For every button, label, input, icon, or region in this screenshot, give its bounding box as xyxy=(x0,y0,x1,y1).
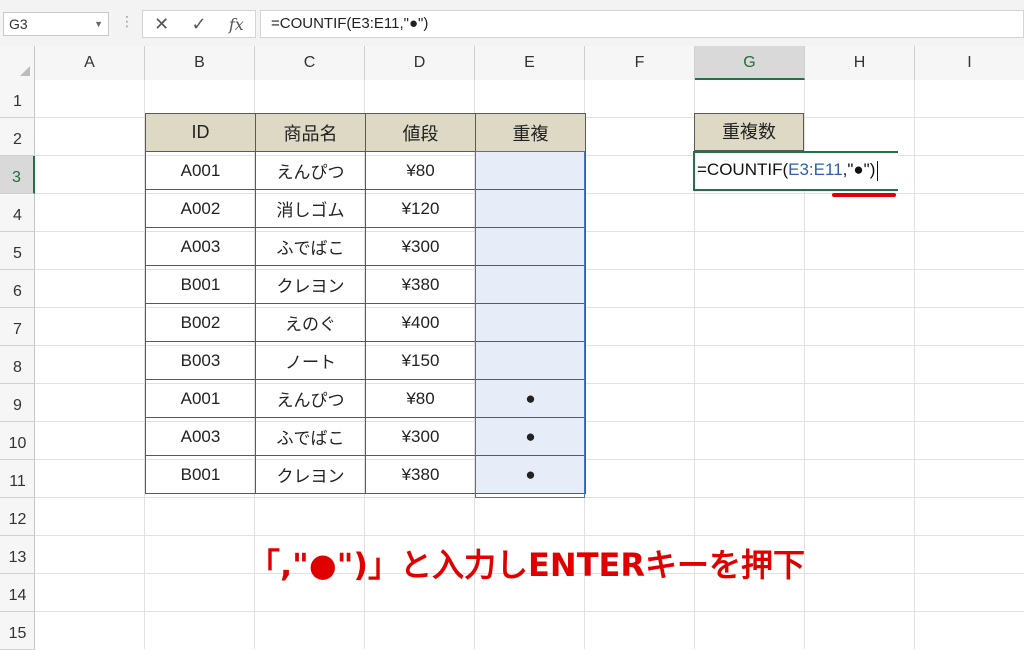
table-row: B001 クレヨン ¥380 ● xyxy=(145,455,586,494)
table-row: B003 ノート ¥150 xyxy=(145,341,586,380)
cell-duplicate[interactable] xyxy=(475,265,586,304)
cell-duplicate[interactable] xyxy=(475,303,586,342)
row-header-10[interactable]: 10 xyxy=(0,422,35,460)
formula-buttons: ✕ ✓ fx xyxy=(142,10,256,38)
cell-id[interactable]: B002 xyxy=(145,303,256,342)
enter-icon[interactable]: ✓ xyxy=(185,14,213,35)
cell-price[interactable]: ¥120 xyxy=(365,189,476,228)
row-header-15[interactable]: 15 xyxy=(0,612,35,650)
row-header-8[interactable]: 8 xyxy=(0,346,35,384)
cell-id[interactable]: A003 xyxy=(145,417,256,456)
table-row: A003 ふでばこ ¥300 ● xyxy=(145,417,586,456)
instruction-annotation: 「,"●")」と入力しENTERキーを押下 xyxy=(248,546,806,584)
row-header-6[interactable]: 6 xyxy=(0,270,35,308)
row-header-12[interactable]: 12 xyxy=(0,498,35,536)
header-duplicate[interactable]: 重複 xyxy=(475,113,586,152)
column-header-d[interactable]: D xyxy=(365,46,475,80)
header-id[interactable]: ID xyxy=(145,113,256,152)
row-header-3[interactable]: 3 xyxy=(0,156,35,194)
cell-product-name[interactable]: 消しゴム xyxy=(255,189,366,228)
cell-price[interactable]: ¥150 xyxy=(365,341,476,380)
row-header-9[interactable]: 9 xyxy=(0,384,35,422)
header-product-name[interactable]: 商品名 xyxy=(255,113,366,152)
cell-duplicate[interactable] xyxy=(475,189,586,228)
column-header-i[interactable]: I xyxy=(915,46,1024,80)
row-header-11[interactable]: 11 xyxy=(0,460,35,498)
cell-id[interactable]: A001 xyxy=(145,151,256,190)
row-header-1[interactable]: 1 xyxy=(0,80,35,118)
insert-function-icon[interactable]: fx xyxy=(222,15,250,34)
cancel-icon[interactable]: ✕ xyxy=(148,14,176,35)
cell-duplicate[interactable] xyxy=(475,341,586,380)
table-row: B001 クレヨン ¥380 xyxy=(145,265,586,304)
table-row: A001 えんぴつ ¥80 ● xyxy=(145,379,586,418)
name-box-value: G3 xyxy=(9,16,28,32)
column-header-g[interactable]: G xyxy=(695,46,805,80)
cell-product-name[interactable]: えんぴつ xyxy=(255,379,366,418)
column-header-e[interactable]: E xyxy=(475,46,585,80)
cell-product-name[interactable]: ノート xyxy=(255,341,366,380)
row-header-2[interactable]: 2 xyxy=(0,118,35,156)
cell-id[interactable]: B001 xyxy=(145,455,256,494)
row-header-7[interactable]: 7 xyxy=(0,308,35,346)
cell-price[interactable]: ¥300 xyxy=(365,417,476,456)
product-table: ID 商品名 値段 重複 A001 えんぴつ ¥80 A002 消しゴム ¥120 A003… xyxy=(145,113,586,494)
row-headers: 1 2 3 4 5 6 7 8 9 10 11 12 13 14 15 xyxy=(0,80,35,650)
row-header-13[interactable]: 13 xyxy=(0,536,35,574)
cell-product-name[interactable]: クレヨン xyxy=(255,455,366,494)
cell-duplicate[interactable] xyxy=(475,151,586,190)
cell-id[interactable]: A001 xyxy=(145,379,256,418)
cell-id[interactable]: A002 xyxy=(145,189,256,228)
more-icon[interactable]: ⋮ xyxy=(120,13,134,30)
table-row: A002 消しゴム ¥120 xyxy=(145,189,586,228)
cell-product-name[interactable]: ふでばこ xyxy=(255,417,366,456)
cell-id[interactable]: B001 xyxy=(145,265,256,304)
column-header-c[interactable]: C xyxy=(255,46,365,80)
active-cell-editor[interactable]: =COUNTIF(E3:E11,"●") xyxy=(693,151,898,191)
formula-toolbar: G3 ▼ ⋮ ✕ ✓ fx =COUNTIF(E3:E11,"●") xyxy=(0,0,1024,47)
formula-prefix: =COUNTIF( xyxy=(697,160,789,179)
row-header-5[interactable]: 5 xyxy=(0,232,35,270)
column-header-a[interactable]: A xyxy=(35,46,145,80)
cell-duplicate[interactable] xyxy=(475,227,586,266)
formula-suffix: ,"●") xyxy=(842,160,876,179)
cell-duplicate[interactable]: ● xyxy=(475,455,586,494)
column-header-b[interactable]: B xyxy=(145,46,255,80)
formula-range-ref: E3:E11 xyxy=(788,160,843,179)
cell-duplicate[interactable]: ● xyxy=(475,417,586,456)
annotation-underline xyxy=(832,193,896,197)
row-header-4[interactable]: 4 xyxy=(0,194,35,232)
row-header-14[interactable]: 14 xyxy=(0,574,35,612)
cell-price[interactable]: ¥380 xyxy=(365,265,476,304)
table-header-row: ID 商品名 値段 重複 xyxy=(145,113,586,152)
cell-id[interactable]: A003 xyxy=(145,227,256,266)
chevron-down-icon[interactable]: ▼ xyxy=(94,13,103,35)
cell-price[interactable]: ¥380 xyxy=(365,455,476,494)
cell-product-name[interactable]: えのぐ xyxy=(255,303,366,342)
column-header-h[interactable]: H xyxy=(805,46,915,80)
cell-product-name[interactable]: クレヨン xyxy=(255,265,366,304)
cell-price[interactable]: ¥400 xyxy=(365,303,476,342)
cell-product-name[interactable]: ふでばこ xyxy=(255,227,366,266)
cell-price[interactable]: ¥80 xyxy=(365,151,476,190)
cell-duplicate[interactable]: ● xyxy=(475,379,586,418)
formula-input[interactable]: =COUNTIF(E3:E11,"●") xyxy=(260,10,1024,38)
cell-price[interactable]: ¥300 xyxy=(365,227,476,266)
column-header-f[interactable]: F xyxy=(585,46,695,80)
header-price[interactable]: 値段 xyxy=(365,113,476,152)
table-row: A003 ふでばこ ¥300 xyxy=(145,227,586,266)
header-duplicate-count[interactable]: 重複数 xyxy=(694,113,804,151)
cell-id[interactable]: B003 xyxy=(145,341,256,380)
name-box[interactable]: G3 ▼ xyxy=(3,12,109,36)
cell-product-name[interactable]: えんぴつ xyxy=(255,151,366,190)
table-row: A001 えんぴつ ¥80 xyxy=(145,151,586,190)
cell-price[interactable]: ¥80 xyxy=(365,379,476,418)
table-row: B002 えのぐ ¥400 xyxy=(145,303,586,342)
text-caret xyxy=(877,160,879,181)
select-all-corner[interactable] xyxy=(0,46,35,80)
column-headers: ABCDEFGHI xyxy=(0,46,1024,81)
